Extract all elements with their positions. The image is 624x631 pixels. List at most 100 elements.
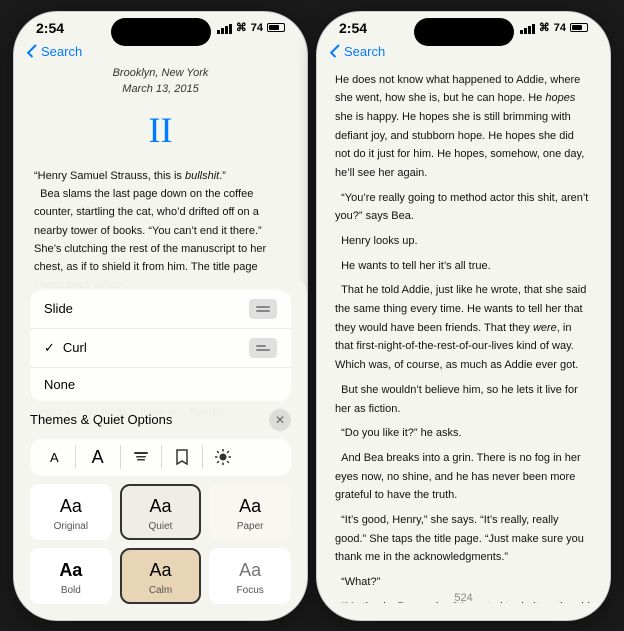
right-para-10: “What?” xyxy=(335,573,592,592)
time-left: 2:54 xyxy=(36,20,64,36)
theme-paper-label: Paper xyxy=(219,521,281,532)
theme-quiet[interactable]: Aa Quiet xyxy=(120,484,202,540)
signal-bar-r2 xyxy=(524,28,527,34)
curl-line-2 xyxy=(256,349,270,351)
curl-icon-lines xyxy=(256,345,270,351)
back-label-right: Search xyxy=(344,44,385,59)
theme-original-sample: Aa xyxy=(40,496,102,517)
font-family-icon[interactable] xyxy=(129,445,153,469)
battery-fill-left xyxy=(269,25,279,30)
theme-focus[interactable]: Aa Focus xyxy=(209,548,291,604)
right-para-6: But she wouldn’t believe him, so he lets… xyxy=(335,381,592,418)
curl-icon xyxy=(249,338,277,358)
book-content-right: He does not know what happened to Addie,… xyxy=(317,65,610,603)
right-para-4: He wants to tell her it’s all true. xyxy=(335,257,592,276)
wifi-icon-right: ⌘ xyxy=(539,21,550,34)
right-para-7: “Do you like it?” he asks. xyxy=(335,424,592,443)
battery-icon-right xyxy=(570,23,588,32)
theme-paper-sample: Aa xyxy=(219,496,281,517)
font-separator-4 xyxy=(202,445,203,469)
bookmark-svg xyxy=(175,448,189,466)
themes-header: Themes & Quiet Options ✕ xyxy=(30,409,291,431)
slide-line-2 xyxy=(256,310,270,312)
curl-label: Curl xyxy=(63,340,87,355)
right-para-2: “You’re really going to method actor thi… xyxy=(335,189,592,226)
signal-bars-left xyxy=(217,22,232,34)
back-chevron-left xyxy=(27,44,40,57)
battery-level-left: 74 xyxy=(251,22,263,34)
theme-quiet-sample: Aa xyxy=(130,496,192,517)
slide-option-curl[interactable]: ✓ Curl xyxy=(30,329,291,368)
status-icons-left: ⌘ 74 xyxy=(217,21,285,34)
font-increase-button[interactable]: A xyxy=(84,445,112,470)
status-bar-left: 2:54 ⌘ 74 xyxy=(14,12,307,40)
themes-title: Themes & Quiet Options xyxy=(30,412,172,427)
back-chevron-right xyxy=(330,44,343,57)
slide-option-slide[interactable]: Slide xyxy=(30,290,291,329)
signal-bar-1 xyxy=(217,30,220,34)
theme-calm-label: Calm xyxy=(130,585,192,596)
font-decrease-button[interactable]: A xyxy=(42,448,67,467)
close-button[interactable]: ✕ xyxy=(269,409,291,431)
font-family-svg xyxy=(132,448,150,466)
slide-option-none[interactable]: None xyxy=(30,368,291,401)
status-icons-right: ⌘ 74 xyxy=(520,21,588,34)
back-button-left[interactable]: Search xyxy=(30,44,82,59)
signal-bar-4 xyxy=(229,24,232,34)
battery-level-right: 74 xyxy=(554,22,566,34)
slide-icon xyxy=(249,299,277,319)
right-para-8: And Bea breaks into a grin. There is no … xyxy=(335,449,592,505)
time-right: 2:54 xyxy=(339,20,367,36)
right-para-3: Henry looks up. xyxy=(335,232,592,251)
theme-bold[interactable]: Aa Bold xyxy=(30,548,112,604)
font-controls: A A xyxy=(30,439,291,476)
signal-bar-r4 xyxy=(532,24,535,34)
back-label-left: Search xyxy=(41,44,82,59)
right-para-1: He does not know what happened to Addie,… xyxy=(335,71,592,183)
theme-paper[interactable]: Aa Paper xyxy=(209,484,291,540)
curl-checkmark: ✓ xyxy=(44,340,55,356)
left-phone: 2:54 ⌘ 74 Search xyxy=(13,11,308,621)
font-bookmark-icon[interactable] xyxy=(170,445,194,469)
theme-quiet-label: Quiet xyxy=(130,521,192,532)
theme-calm-sample: Aa xyxy=(130,560,192,581)
wifi-icon-left: ⌘ xyxy=(236,21,247,34)
right-para-5: That he told Addie, just like he wrote, … xyxy=(335,281,592,374)
chapter-numeral: II xyxy=(34,102,287,160)
right-para-9: “It’s good, Henry,” she says. “It’s real… xyxy=(335,511,592,567)
font-separator-2 xyxy=(120,445,121,469)
signal-bars-right xyxy=(520,22,535,34)
theme-bold-sample: Aa xyxy=(40,560,102,581)
phones-container: 2:54 ⌘ 74 Search xyxy=(13,11,611,621)
signal-bar-2 xyxy=(221,28,224,34)
overlay-panel: Slide ✓ Curl xyxy=(14,278,307,620)
book-para-1: “Henry Samuel Strauss, this is bullshit.… xyxy=(34,167,287,185)
status-bar-right: 2:54 ⌘ 74 xyxy=(317,12,610,40)
back-button-right[interactable]: Search xyxy=(333,44,385,59)
page-number: 524 xyxy=(454,592,472,604)
signal-bar-r1 xyxy=(520,30,523,34)
font-separator-1 xyxy=(75,445,76,469)
theme-original[interactable]: Aa Original xyxy=(30,484,112,540)
battery-icon-left xyxy=(267,23,285,32)
brightness-icon[interactable] xyxy=(211,445,235,469)
font-separator-3 xyxy=(161,445,162,469)
chapter-location: Brooklyn, New YorkMarch 13, 2015 xyxy=(34,65,287,98)
slide-options: Slide ✓ Curl xyxy=(30,290,291,401)
dynamic-island-right xyxy=(414,18,514,46)
battery-fill-right xyxy=(572,25,582,30)
slide-icon-lines xyxy=(256,306,270,312)
theme-calm[interactable]: Aa Calm xyxy=(120,548,202,604)
theme-bold-label: Bold xyxy=(40,585,102,596)
signal-bar-r3 xyxy=(528,26,531,34)
theme-original-label: Original xyxy=(40,521,102,532)
signal-bar-3 xyxy=(225,26,228,34)
curl-line-1 xyxy=(256,345,266,347)
brightness-svg xyxy=(214,448,232,466)
slide-label: Slide xyxy=(44,301,73,316)
theme-grid: Aa Original Aa Quiet Aa Paper Aa Bold Aa xyxy=(30,484,291,604)
theme-focus-sample: Aa xyxy=(219,560,281,581)
none-label: None xyxy=(44,377,75,392)
slide-line-1 xyxy=(256,306,270,308)
dynamic-island-left xyxy=(111,18,211,46)
